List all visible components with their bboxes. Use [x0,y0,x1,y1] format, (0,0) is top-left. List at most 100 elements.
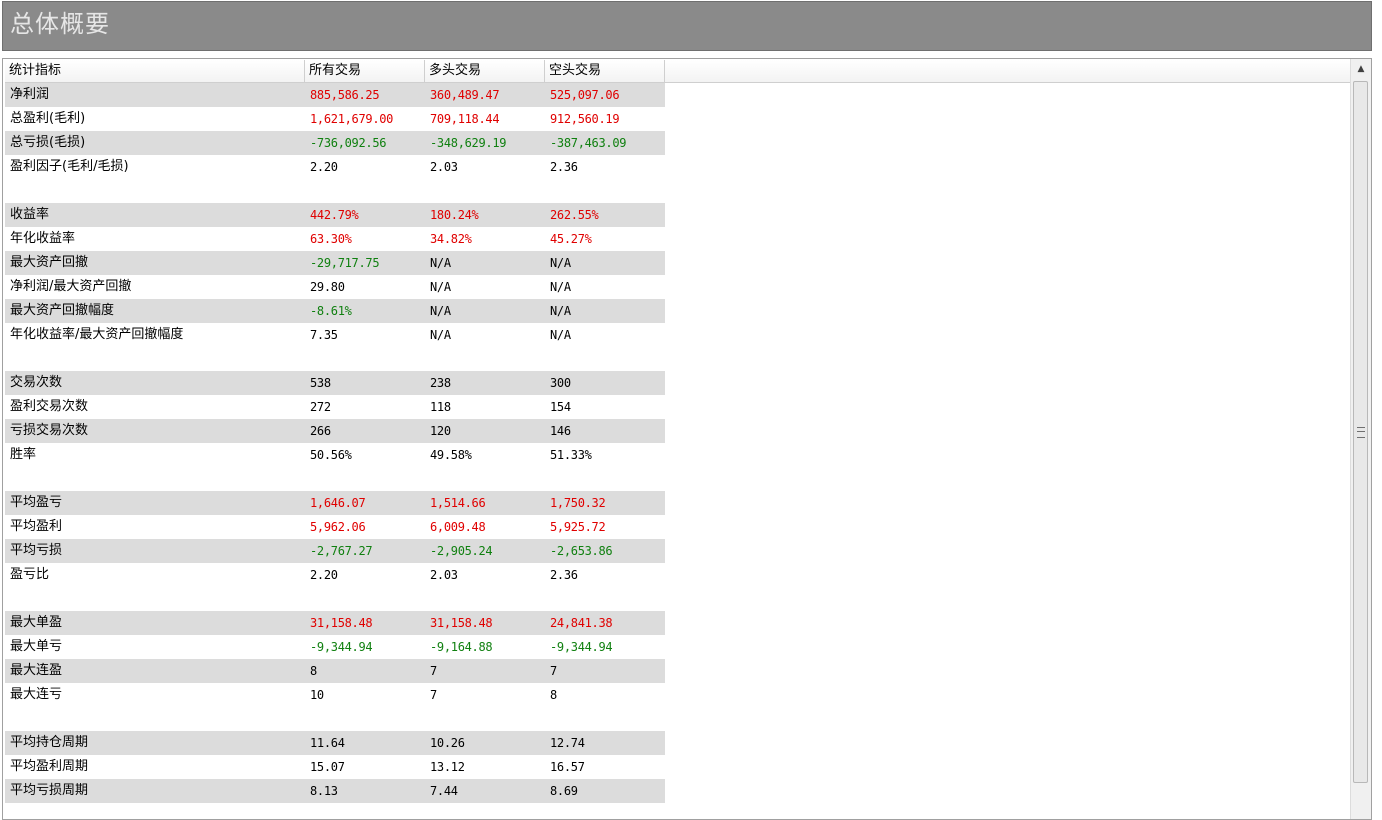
column-header-all-trades[interactable]: 所有交易 [305,60,425,82]
cell-short: 16.57 [550,760,585,774]
cell-long: N/A [430,280,451,294]
table-row[interactable]: 净利润/最大资产回撤 29.80 N/A N/A [5,275,1351,299]
cell-short [545,179,665,203]
table-row[interactable]: 最大资产回撤幅度 -8.61% N/A N/A [5,299,1351,323]
cell-short: -387,463.09 [545,131,665,155]
cell-long: -2,905.24 [425,539,545,563]
table-row[interactable]: 最大连亏 10 7 8 [5,683,1351,707]
cell-short [545,467,665,491]
cell-all: 1,621,679.00 [310,112,394,126]
table-row[interactable] [5,467,1351,491]
table-row[interactable]: 平均盈亏 1,646.07 1,514.66 1,750.32 [5,491,1351,515]
cell-all: 29.80 [310,280,345,294]
cell-all: 885,586.25 [305,83,425,107]
cell-short [545,707,665,731]
table-row[interactable] [5,707,1351,731]
cell-long [425,179,545,203]
table-row[interactable]: 平均盈利 5,962.06 6,009.48 5,925.72 [5,515,1351,539]
cell-short: 45.27% [550,232,592,246]
cell-long [425,347,545,371]
cell-short: -2,653.86 [545,539,665,563]
table-row[interactable]: 平均持仓周期 11.64 10.26 12.74 [5,731,1351,755]
summary-panel: 统计指标 所有交易 多头交易 空头交易 净利润 885,586.25 360,489… [2,58,1372,820]
cell-short: 912,560.19 [550,112,620,126]
cell-short [545,587,665,611]
table-row[interactable]: 净利润 885,586.25 360,489.47 525,097.06 [5,83,1351,107]
row-label [5,179,305,203]
cell-long: 238 [425,371,545,395]
scroll-up-arrow-icon[interactable]: ▲ [1351,59,1371,79]
row-label: 平均盈利周期 [10,759,89,774]
cell-short: 51.33% [550,448,592,462]
cell-all [305,179,425,203]
scroll-thumb[interactable] [1353,81,1368,783]
table-row[interactable] [5,347,1351,371]
cell-all: -736,092.56 [305,131,425,155]
cell-all: 1,646.07 [305,491,425,515]
cell-all: 7.35 [310,328,338,342]
cell-short: 1,750.32 [545,491,665,515]
cell-long: N/A [430,328,451,342]
vertical-scrollbar[interactable]: ▲ [1350,59,1371,819]
table-row[interactable]: 交易次数 538 238 300 [5,371,1351,395]
row-label: 胜率 [10,447,37,462]
cell-long: 13.12 [430,760,465,774]
table-row[interactable]: 盈亏比 2.20 2.03 2.36 [5,563,1351,587]
cell-all: 10 [310,688,324,702]
table-row[interactable]: 总亏损(毛损) -736,092.56 -348,629.19 -387,463.09 [5,131,1351,155]
cell-short [545,347,665,371]
table-row[interactable]: 最大单亏 -9,344.94 -9,164.88 -9,344.94 [5,635,1351,659]
table-row[interactable]: 总盈利(毛利) 1,621,679.00 709,118.44 912,560.19 [5,107,1351,131]
row-label: 最大资产回撤 [5,251,305,275]
table-row[interactable]: 最大单盈 31,158.48 31,158.48 24,841.38 [5,611,1351,635]
table-header: 统计指标 所有交易 多头交易 空头交易 [5,60,1351,83]
cell-all [305,707,425,731]
table-row[interactable] [5,179,1351,203]
row-label: 交易次数 [5,371,305,395]
table-row[interactable]: 年化收益率/最大资产回撤幅度 7.35 N/A N/A [5,323,1351,347]
table-row[interactable]: 平均亏损周期 8.13 7.44 8.69 [5,779,1351,803]
row-label: 平均亏损 [5,539,305,563]
row-label: 盈利交易次数 [10,399,89,414]
cell-all: 63.30% [310,232,352,246]
row-label: 最大单亏 [10,639,63,654]
column-header-short-trades[interactable]: 空头交易 [545,60,665,82]
table-row[interactable]: 胜率 50.56% 49.58% 51.33% [5,443,1351,467]
cell-long: 31,158.48 [425,611,545,635]
table-row[interactable]: 盈利交易次数 272 118 154 [5,395,1351,419]
cell-long: N/A [425,299,545,323]
table-row[interactable]: 最大资产回撤 -29,717.75 N/A N/A [5,251,1351,275]
stats-grid: 统计指标 所有交易 多头交易 空头交易 净利润 885,586.25 360,489… [5,60,1351,803]
row-label: 收益率 [5,203,305,227]
row-label: 年化收益率 [10,231,76,246]
cell-long: 7.44 [425,779,545,803]
cell-long [425,587,545,611]
cell-short: 8 [550,688,557,702]
cell-long: 360,489.47 [425,83,545,107]
cell-all: 266 [305,419,425,443]
cell-all: 2.20 [310,568,338,582]
column-header-metric[interactable]: 统计指标 [5,60,305,82]
row-label: 平均持仓周期 [5,731,305,755]
table-row[interactable]: 亏损交易次数 266 120 146 [5,419,1351,443]
table-row[interactable]: 收益率 442.79% 180.24% 262.55% [5,203,1351,227]
cell-short: 525,097.06 [545,83,665,107]
table-row[interactable]: 最大连盈 8 7 7 [5,659,1351,683]
cell-long: 709,118.44 [430,112,500,126]
cell-short: 146 [545,419,665,443]
table-row[interactable]: 年化收益率 63.30% 34.82% 45.27% [5,227,1351,251]
column-header-long-trades[interactable]: 多头交易 [425,60,545,82]
row-label: 最大连盈 [5,659,305,683]
cell-all [305,467,425,491]
cell-all: 272 [310,400,331,414]
table-row[interactable]: 平均亏损 -2,767.27 -2,905.24 -2,653.86 [5,539,1351,563]
cell-long: 7 [425,659,545,683]
page-title: 总体概要 [10,10,110,38]
cell-short: N/A [550,280,571,294]
table-row[interactable]: 盈利因子(毛利/毛损) 2.20 2.03 2.36 [5,155,1351,179]
table-row[interactable] [5,587,1351,611]
cell-all: -29,717.75 [305,251,425,275]
cell-all: 5,962.06 [310,520,366,534]
table-row[interactable]: 平均盈利周期 15.07 13.12 16.57 [5,755,1351,779]
cell-long: 34.82% [430,232,472,246]
